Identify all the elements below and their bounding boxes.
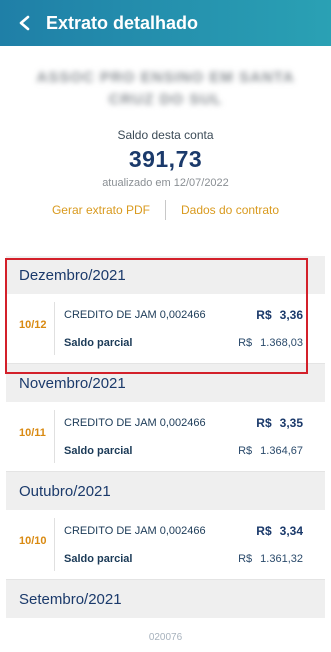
statement-list: Dezembro/2021 10/12 CREDITO DE JAM 0,002… — [6, 256, 325, 618]
arrow-left-icon — [19, 15, 30, 31]
entry-divider — [54, 302, 55, 355]
entry-date: 10/10 — [19, 535, 47, 547]
contract-data-link[interactable]: Dados do contrato — [181, 203, 279, 217]
balance-label: Saldo desta conta — [117, 128, 214, 142]
month-header: Novembro/2021 — [6, 364, 325, 402]
entry-divider — [54, 518, 55, 571]
action-links: Gerar extrato PDF Dados do contrato — [0, 199, 331, 221]
footer-code: 020076 — [148, 632, 183, 643]
entry-amount: R$ 3,36 — [256, 308, 303, 322]
partial-balance-label: Saldo parcial — [64, 553, 133, 565]
partial-balance-value: R$ 1.364,67 — [238, 445, 303, 457]
list-item[interactable]: 10/11 CREDITO DE JAM 0,002466 R$ 3,35 Sal… — [6, 402, 325, 472]
generate-pdf-link[interactable]: Gerar extrato PDF — [52, 203, 150, 217]
entry-amount: R$ 3,35 — [256, 416, 303, 430]
entry-description: CREDITO DE JAM 0,002466 — [64, 525, 206, 537]
app-header: Extrato detalhado — [0, 0, 331, 46]
month-header: Dezembro/2021 — [6, 256, 325, 294]
updated-date: atualizado em 12/07/2022 — [102, 177, 229, 189]
month-header: Outubro/2021 — [6, 472, 325, 510]
entry-date: 10/11 — [19, 427, 46, 439]
organization-name-line1: ASSOC PRO ENSINO EM SANTA — [36, 69, 295, 86]
back-button[interactable] — [14, 12, 36, 34]
organization-name: ASSOC PRO ENSINO EM SANTA CRUZ DO SUL — [20, 66, 311, 112]
entry-date: 10/12 — [19, 319, 47, 331]
entry-description: CREDITO DE JAM 0,002466 — [64, 417, 206, 429]
partial-balance-label: Saldo parcial — [64, 337, 133, 349]
entry-description: CREDITO DE JAM 0,002466 — [64, 309, 206, 321]
partial-balance-value: R$ 1.361,32 — [238, 553, 303, 565]
entry-divider — [54, 410, 55, 463]
entry-amount: R$ 3,34 — [256, 524, 303, 538]
partial-balance-label: Saldo parcial — [64, 445, 133, 457]
balance-value: 391,73 — [128, 146, 203, 172]
list-item[interactable]: 10/12 CREDITO DE JAM 0,002466 R$ 3,36 Sal… — [6, 294, 325, 364]
page-title: Extrato detalhado — [46, 12, 199, 33]
month-header: Setembro/2021 — [6, 580, 325, 618]
partial-balance-value: R$ 1.368,03 — [238, 337, 303, 349]
organization-name-line2: CRUZ DO SUL — [108, 91, 223, 108]
list-item[interactable]: 10/10 CREDITO DE JAM 0,002466 R$ 3,34 Sal… — [6, 510, 325, 580]
link-divider — [164, 200, 166, 220]
